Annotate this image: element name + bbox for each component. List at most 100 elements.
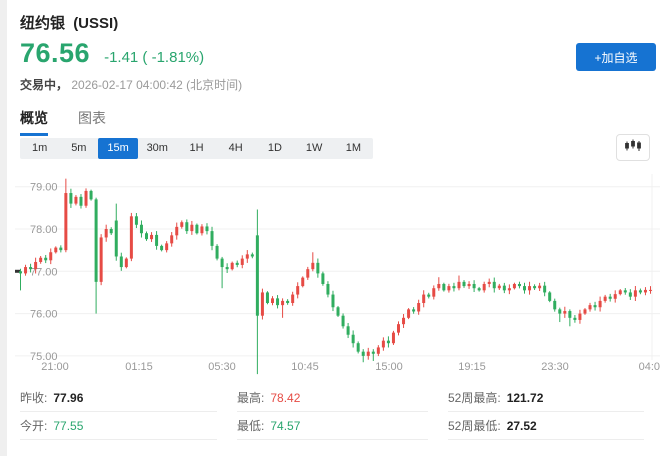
- candle-body: [79, 197, 82, 206]
- tab-overview[interactable]: 概览: [20, 108, 48, 136]
- instrument-symbol: (USSI): [73, 15, 118, 32]
- candle-body: [337, 307, 340, 315]
- candle-body: [311, 263, 314, 269]
- interval-selector: 1m5m15m30m1H4H1D1W1M: [20, 138, 373, 159]
- candle-body: [402, 318, 405, 324]
- candle-body: [594, 305, 597, 307]
- candle-body: [200, 226, 203, 233]
- stat-label: 最高:: [237, 389, 264, 406]
- candle-body: [236, 263, 239, 265]
- candle-body: [463, 282, 466, 286]
- candle-body: [231, 263, 234, 269]
- candle-body: [160, 246, 163, 250]
- candle-body: [24, 267, 27, 273]
- interval-1w[interactable]: 1W: [295, 138, 334, 159]
- stat-item: 昨收:77.96: [20, 384, 217, 412]
- candle-body: [105, 229, 108, 237]
- y-axis-label: 79.00: [30, 182, 58, 194]
- candle-body: [19, 271, 22, 273]
- candle-body: [538, 286, 541, 289]
- stat-value: 27.52: [507, 419, 537, 433]
- candle-body: [165, 243, 168, 250]
- interval-30m[interactable]: 30m: [138, 138, 177, 159]
- interval-1m[interactable]: 1m: [20, 138, 59, 159]
- candle-body: [573, 318, 576, 320]
- stat-item: 52周最低: 27.52: [448, 412, 644, 440]
- candle-body: [528, 286, 531, 290]
- interval-15m[interactable]: 15m: [98, 138, 137, 159]
- x-axis-label: 19:15: [458, 361, 486, 373]
- stat-value: 121.72: [507, 391, 544, 405]
- candle-body: [533, 286, 536, 288]
- candle-body: [614, 294, 617, 299]
- candle-body: [120, 256, 123, 267]
- candle-body: [372, 352, 375, 354]
- x-axis-label: 01:15: [125, 361, 153, 373]
- stat-value: 78.42: [270, 391, 300, 405]
- candle-body: [483, 284, 486, 290]
- tab-chart[interactable]: 图表: [78, 108, 106, 136]
- price-row: 76.56 -1.41 ( -1.81%): [20, 38, 204, 69]
- instrument-title-row: 纽约银 (USSI): [20, 12, 118, 33]
- candle-body: [558, 309, 561, 313]
- stat-item: 今开: 77.55: [20, 412, 217, 440]
- stat-label: 今开:: [20, 417, 47, 434]
- candle-body: [130, 216, 133, 258]
- stat-value: 77.96: [53, 391, 83, 405]
- candle-body: [54, 248, 57, 253]
- interval-1m[interactable]: 1M: [334, 138, 373, 159]
- candle-body: [110, 229, 113, 233]
- candle-body: [69, 193, 72, 204]
- candle-body: [513, 284, 516, 288]
- candle-body: [518, 284, 521, 286]
- stat-label: 最低:: [237, 417, 264, 434]
- candle-body: [427, 295, 430, 297]
- interval-1h[interactable]: 1H: [177, 138, 216, 159]
- candle-body: [211, 231, 214, 246]
- candle-body: [488, 282, 491, 284]
- candle-body: [321, 273, 324, 284]
- stat-value: 77.55: [53, 419, 83, 433]
- y-axis-label: 78.00: [30, 224, 58, 236]
- add-watchlist-button[interactable]: +加自选: [576, 43, 656, 71]
- candle-body: [44, 258, 47, 261]
- candle-body: [649, 290, 652, 291]
- candle-body: [195, 225, 198, 233]
- candle-body: [599, 301, 602, 307]
- candle-body: [578, 314, 581, 320]
- page-left-gutter: [0, 0, 7, 456]
- candle-body: [205, 226, 208, 231]
- x-axis-label: 23:30: [541, 361, 569, 373]
- candle-body: [170, 235, 173, 243]
- candle-body: [331, 295, 334, 308]
- candle-body: [639, 290, 642, 292]
- candle-body: [85, 191, 88, 206]
- candle-body: [246, 254, 249, 258]
- candlestick-chart[interactable]: 79.0078.0077.0076.0075.0021:0001:1505:30…: [15, 174, 660, 379]
- interval-5m[interactable]: 5m: [59, 138, 98, 159]
- candle-body: [589, 305, 592, 309]
- candle-body: [457, 282, 460, 288]
- x-axis-label: 21:00: [41, 361, 69, 373]
- chart-style-button[interactable]: [616, 134, 650, 161]
- market-status: 交易中，: [20, 78, 68, 92]
- candle-body: [553, 301, 556, 309]
- candle-body: [135, 216, 138, 224]
- candle-body: [498, 286, 501, 289]
- stat-item: 最高: 78.42: [237, 384, 428, 412]
- candle-body: [397, 324, 400, 332]
- candle-body: [342, 316, 345, 327]
- candle-body: [412, 309, 415, 311]
- candle-body: [216, 246, 219, 259]
- interval-1d[interactable]: 1D: [255, 138, 294, 159]
- candle-body: [347, 326, 350, 334]
- candle-body: [34, 262, 37, 269]
- candle-body: [417, 303, 420, 311]
- interval-4h[interactable]: 4H: [216, 138, 255, 159]
- candle-body: [301, 278, 304, 286]
- candle-body: [115, 221, 118, 257]
- stat-value: 74.57: [270, 419, 300, 433]
- candle-body: [583, 309, 586, 313]
- candle-body: [437, 284, 440, 288]
- stat-label: 52周最低:: [448, 417, 501, 434]
